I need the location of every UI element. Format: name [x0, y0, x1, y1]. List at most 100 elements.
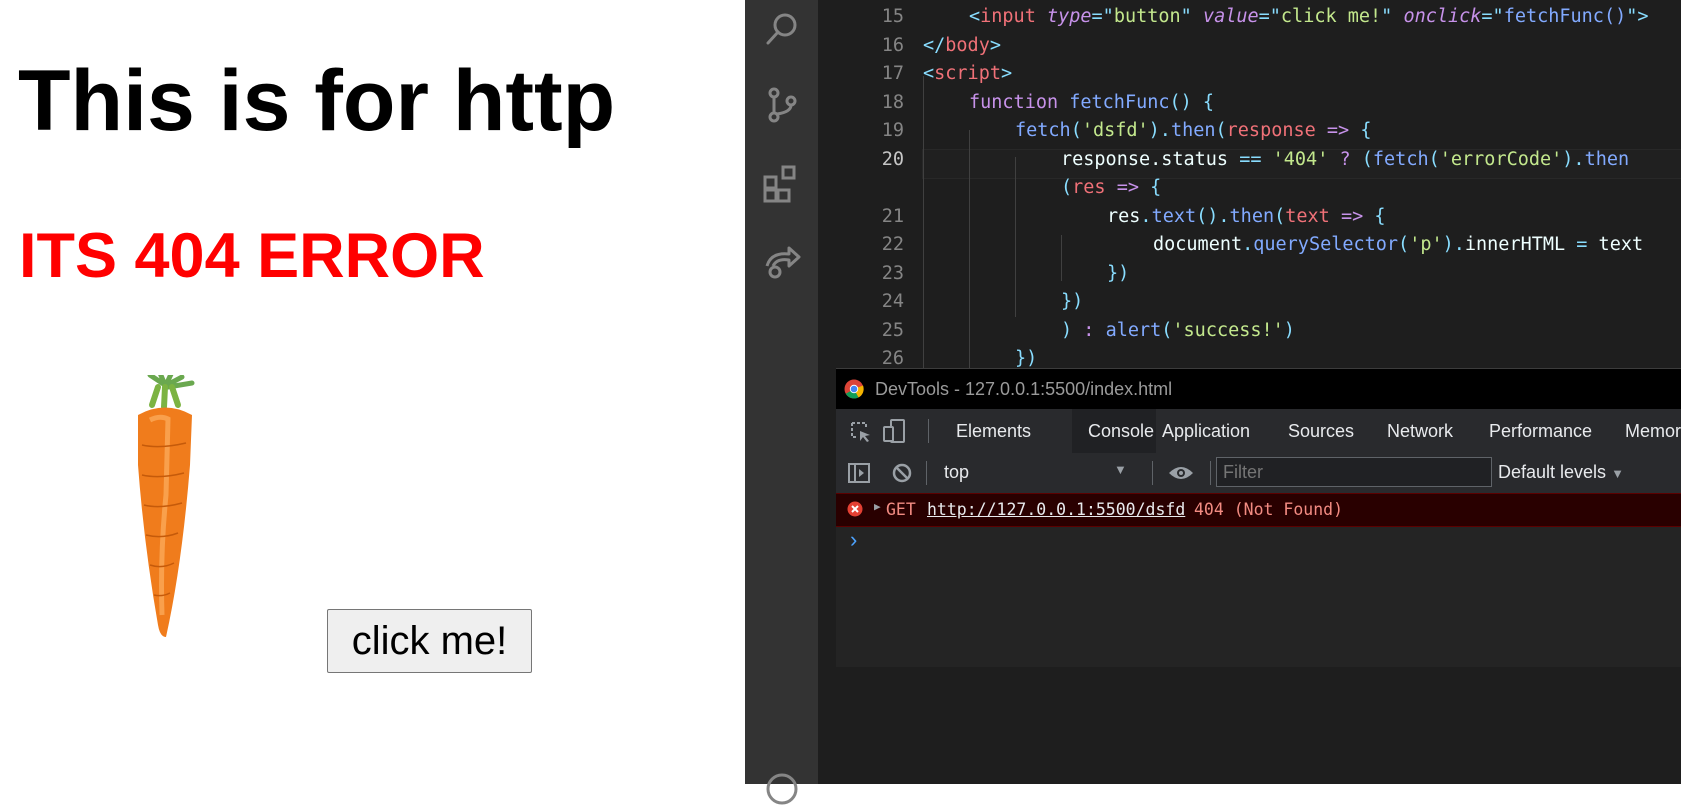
code-line[interactable]: res.text().then(text => {	[1107, 206, 1386, 227]
console-output[interactable]: ▶ GET http://127.0.0.1:5500/dsfd 404 (No…	[836, 493, 1681, 667]
console-filter-input[interactable]	[1216, 457, 1492, 487]
line-number: 24	[881, 291, 904, 312]
error-status: 404 (Not Found)	[1194, 500, 1344, 519]
tab-network[interactable]: Network	[1387, 409, 1453, 453]
code-token: response.status	[1061, 148, 1229, 170]
code-token: (	[1428, 148, 1440, 170]
code-line[interactable]: <input type="button" value="click me!" o…	[969, 6, 1649, 27]
log-levels-dropdown[interactable]: Default levels ▼	[1498, 462, 1624, 483]
tab-sources[interactable]: Sources	[1288, 409, 1354, 453]
console-prompt-icon[interactable]: ›	[850, 527, 857, 553]
code-token: =>	[1326, 120, 1350, 141]
code-token: (	[1070, 120, 1082, 141]
code-token: <	[969, 6, 981, 27]
line-number: 20	[881, 148, 904, 170]
tab-performance[interactable]: Performance	[1489, 409, 1592, 453]
console-error-message[interactable]: ▶ GET http://127.0.0.1:5500/dsfd 404 (No…	[836, 493, 1681, 527]
source-control-icon[interactable]	[763, 86, 801, 124]
devtools-window: DevTools - 127.0.0.1:5500/index.html Ele…	[836, 368, 1681, 667]
divider	[1152, 461, 1153, 485]
code-token: fetchFunc()	[1503, 6, 1627, 27]
expand-triangle-icon[interactable]: ▶	[874, 500, 881, 513]
line-number: 25	[881, 319, 904, 341]
code-token: .	[1242, 234, 1254, 255]
click-me-button[interactable]: click me!	[327, 609, 532, 673]
clear-console-icon[interactable]	[892, 463, 912, 483]
code-token: =	[1576, 234, 1588, 255]
inspect-element-icon[interactable]	[850, 421, 872, 443]
line-number: 19	[881, 120, 904, 141]
console-toolbar: top ▼ Default levels ▼	[836, 453, 1681, 494]
code-token: ="	[1091, 6, 1114, 27]
context-selector-value: top	[944, 462, 970, 482]
code-token: (	[1161, 319, 1173, 341]
code-line[interactable]: </body>	[923, 35, 1001, 56]
device-toolbar-icon[interactable]	[882, 419, 906, 443]
code-token: 'p'	[1409, 234, 1443, 255]
line-number: 16	[881, 34, 904, 56]
chevron-down-icon: ▼	[1114, 462, 1127, 477]
eye-icon[interactable]	[1168, 465, 1194, 481]
code-line[interactable]: document.querySelector('p').innerHTML = …	[1153, 234, 1643, 255]
devtools-titlebar: DevTools - 127.0.0.1:5500/index.html	[836, 369, 1681, 409]
tab-memory[interactable]: Memor	[1625, 409, 1681, 453]
code-line[interactable]: })	[1061, 291, 1083, 312]
context-selector[interactable]: top ▼	[944, 462, 1144, 483]
search-icon[interactable]	[763, 10, 801, 48]
code-line[interactable]: <script>	[923, 63, 1012, 84]
divider	[926, 461, 927, 485]
code-line[interactable]: response.status == '404' ? (fetch('error…	[1061, 149, 1629, 170]
code-area[interactable]: 15 <input type="button" value="click me!"…	[818, 0, 1681, 370]
code-token: fetchFunc	[1069, 91, 1170, 113]
code-token: "	[1381, 6, 1393, 27]
extensions-icon[interactable]	[763, 165, 801, 203]
code-token: res	[1072, 177, 1106, 198]
code-line[interactable]: ) : alert('success!')	[1061, 320, 1295, 341]
code-token: (	[1361, 148, 1373, 170]
chrome-logo-icon	[844, 379, 864, 399]
code-token: fetch	[1372, 148, 1429, 170]
chevron-down-icon: ▼	[1611, 466, 1624, 481]
code-token: )	[1283, 319, 1295, 341]
indent-guide	[1015, 157, 1016, 317]
code-token: fetch	[1015, 120, 1071, 141]
code-token: :	[1083, 319, 1095, 341]
live-share-icon[interactable]	[763, 244, 801, 282]
code-token: {	[1150, 177, 1162, 198]
line-number: 15	[881, 6, 904, 27]
code-token: ()	[1169, 91, 1192, 113]
tab-console[interactable]: Console	[1072, 409, 1156, 453]
code-token: ==	[1239, 148, 1262, 170]
code-line[interactable]: (res => {	[1061, 177, 1161, 198]
code-line[interactable]: fetch('dsfd').then(response => {	[1015, 120, 1371, 141]
code-token: .	[1140, 205, 1152, 227]
code-token: (	[1398, 234, 1410, 255]
tab-application[interactable]: Application	[1162, 409, 1250, 453]
code-line[interactable]: })	[1107, 263, 1129, 284]
code-token: 'success!'	[1172, 319, 1284, 341]
code-line[interactable]: function fetchFunc() {	[969, 92, 1214, 113]
code-line[interactable]: })	[1015, 348, 1037, 369]
carrot-image	[138, 375, 195, 637]
error-message: ITS 404 ERROR	[19, 221, 485, 291]
line-number: 26	[881, 348, 904, 369]
show-sidebar-icon[interactable]	[848, 463, 870, 483]
code-token: })	[1061, 291, 1084, 312]
code-token: '404'	[1272, 148, 1329, 170]
error-icon	[847, 501, 863, 517]
log-levels-label: Default levels	[1498, 462, 1607, 482]
line-number: 18	[881, 91, 904, 113]
code-token: function	[969, 91, 1059, 113]
tab-elements[interactable]: Elements	[956, 409, 1031, 453]
activity-bar	[745, 0, 818, 805]
error-url-link[interactable]: http://127.0.0.1:5500/dsfd	[927, 500, 1185, 519]
code-token: ="	[1481, 6, 1504, 27]
account-icon[interactable]	[763, 770, 801, 808]
